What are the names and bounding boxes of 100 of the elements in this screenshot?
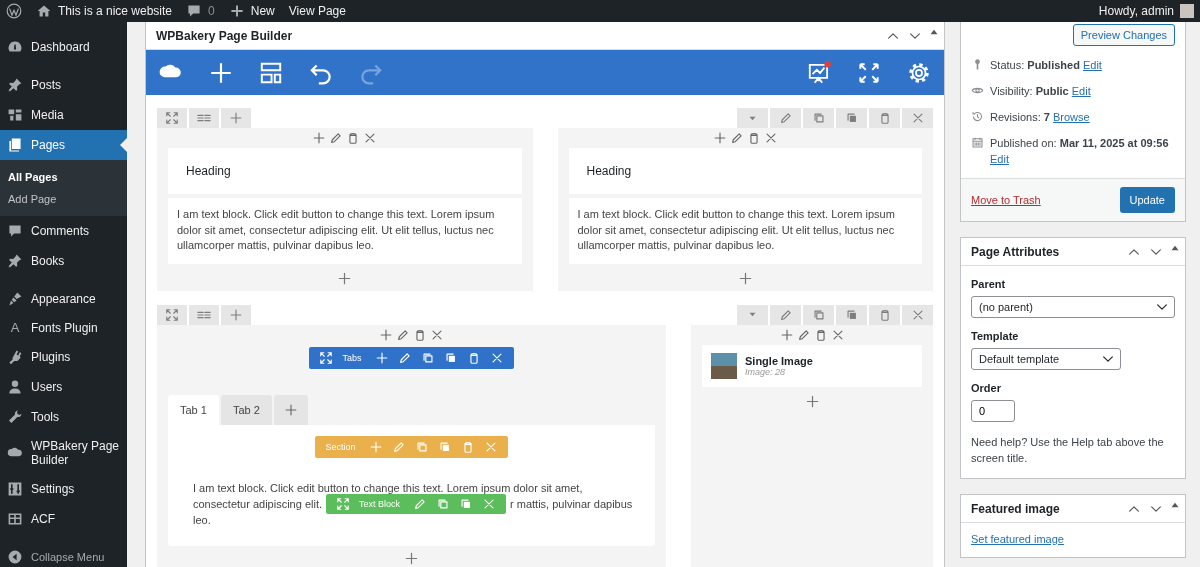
- set-featured-image-link[interactable]: Set featured image: [971, 533, 1064, 545]
- row-control-button[interactable]: [869, 304, 900, 325]
- speech-bubble-icon: [7, 223, 23, 239]
- tab[interactable]: Tab 2: [220, 394, 272, 425]
- text-block-element[interactable]: I am text block. Click edit button to change this text. Lorem ipsum dolor sit amet, consectetur adipiscing elit. Ut elit tellus, luctus nec ullamcorper mattis, pulvinar dapibus leo.: [168, 198, 522, 264]
- photo-placeholder: [711, 352, 737, 379]
- plus-icon: [283, 402, 298, 417]
- edit-link[interactable]: Edit: [1082, 59, 1102, 71]
- pencil-icon[interactable]: [397, 350, 412, 365]
- logo-icon[interactable]: [6, 3, 22, 19]
- submenu-item[interactable]: All Pages: [0, 166, 127, 188]
- menu-item[interactable]: Pages: [0, 130, 127, 160]
- row-control-button[interactable]: [770, 108, 801, 128]
- account-link[interactable]: Howdy, admin: [1098, 4, 1194, 18]
- menu-item[interactable]: Appearance: [0, 284, 127, 314]
- edit-link[interactable]: Edit: [1071, 85, 1091, 97]
- plus-icon[interactable]: [804, 393, 820, 409]
- row-control-button[interactable]: [157, 304, 187, 325]
- new-link[interactable]: New: [228, 3, 275, 19]
- stacked-squares-icon[interactable]: [443, 350, 458, 365]
- triangle-icon[interactable]: [1171, 244, 1179, 251]
- heading-element[interactable]: Heading: [568, 148, 922, 194]
- pencil-icon[interactable]: [796, 327, 811, 342]
- row-control-button[interactable]: [902, 304, 933, 325]
- move-icon[interactable]: [319, 350, 334, 365]
- triangle-icon[interactable]: [1171, 501, 1179, 508]
- row-control-button[interactable]: [803, 304, 834, 325]
- pencil-icon[interactable]: [329, 131, 344, 145]
- plus-icon[interactable]: [312, 131, 327, 145]
- row-control-button[interactable]: [869, 108, 900, 128]
- trash-icon[interactable]: [413, 327, 427, 342]
- menu-item[interactable]: Comments: [0, 216, 127, 246]
- pencil-icon: [778, 111, 793, 125]
- site-name-link[interactable]: This is a nice website: [36, 3, 173, 19]
- pencil-icon[interactable]: [396, 327, 410, 342]
- template-select[interactable]: Default template: [971, 348, 1121, 370]
- publish-meta-text: Visibility: Public Edit: [990, 84, 1091, 99]
- element-caption: Image: 28: [745, 366, 786, 377]
- menu-item[interactable]: Settings: [0, 474, 127, 504]
- edit-link[interactable]: Edit: [990, 153, 1009, 165]
- submenu-item[interactable]: Add Page: [0, 188, 127, 210]
- publish-meta-text: Status: Published Edit: [990, 58, 1102, 73]
- view-page-link[interactable]: View Page: [288, 4, 346, 18]
- single-image-element[interactable]: Single Image Image: 28: [702, 344, 922, 387]
- plus-icon[interactable]: [337, 270, 353, 286]
- row-control-button[interactable]: [189, 108, 219, 128]
- pencil-icon[interactable]: [729, 131, 744, 145]
- tabs-element-toolbar[interactable]: Tabs: [309, 346, 514, 369]
- menu-item[interactable]: Media: [0, 100, 127, 130]
- menu-item[interactable]: Books: [0, 246, 127, 276]
- plus-icon[interactable]: [779, 327, 794, 342]
- pencil-icon[interactable]: [413, 496, 428, 511]
- comments-link[interactable]: 0: [186, 3, 215, 19]
- sliders-icon: [7, 481, 23, 497]
- stacked-squares-icon: [844, 111, 859, 125]
- plus-icon[interactable]: [737, 270, 753, 286]
- plus-icon: [229, 111, 243, 125]
- box-title: Featured image: [971, 501, 1060, 516]
- order-field[interactable]: 0: [971, 400, 1015, 422]
- triangle-icon[interactable]: [930, 28, 938, 35]
- menu-item[interactable]: A Fonts Plugin: [0, 314, 127, 342]
- row-control-button[interactable]: [902, 108, 933, 128]
- menu-item[interactable]: WPBakery Page Builder: [0, 432, 127, 474]
- text-block-element[interactable]: I am text block. Click edit button to change this text. Lorem ipsum dolor sit amet, consectetur adipiscing elit. Ut elit tellus, luctus nec ullamcorper mattis, pulvinar dapibus leo.: [568, 198, 922, 264]
- menu-item[interactable]: Tools: [0, 402, 127, 432]
- plus-icon[interactable]: [712, 131, 727, 145]
- row-control-button[interactable]: [836, 304, 867, 325]
- plus-icon[interactable]: [404, 550, 419, 566]
- row-control-button[interactable]: [803, 108, 834, 128]
- text-block-line: r mattis, pulvinar dapibus: [510, 496, 633, 512]
- row-control-button[interactable]: [221, 304, 251, 325]
- row-control-button[interactable]: [189, 304, 219, 325]
- text-block-line: consectetur adipiscing elit.: [193, 496, 322, 512]
- row-control-button[interactable]: [157, 108, 187, 128]
- copy-icon[interactable]: [420, 350, 435, 365]
- move-icon[interactable]: [336, 496, 350, 511]
- parent-select[interactable]: (no parent): [971, 296, 1175, 318]
- user-icon: [7, 379, 23, 395]
- menu-item[interactable]: Posts: [0, 70, 127, 100]
- publish-meta-text: Published on: Mar 11, 2025 at 09:56 Edit: [990, 136, 1170, 167]
- plus-icon[interactable]: [379, 327, 393, 342]
- menu-item[interactable]: ACF: [0, 504, 127, 534]
- plus-icon: [229, 307, 243, 322]
- move-to-trash-link[interactable]: Move to Trash: [971, 194, 1041, 206]
- add-tab-button[interactable]: [273, 394, 308, 425]
- wrench-icon: [7, 409, 23, 425]
- update-button[interactable]: Update: [1119, 187, 1175, 213]
- tab[interactable]: Tab 1: [168, 394, 219, 425]
- move-icon: [165, 307, 179, 322]
- menu-item[interactable]: Users: [0, 372, 127, 402]
- preview-changes-button[interactable]: Preview Changes: [1072, 24, 1175, 46]
- edit-link[interactable]: Browse: [1053, 111, 1090, 123]
- row-control-button[interactable]: [836, 108, 867, 128]
- plus-icon[interactable]: [374, 350, 389, 365]
- chart-board-icon[interactable]: [806, 59, 832, 86]
- heading-element[interactable]: Heading: [168, 148, 522, 194]
- collapse-menu-button[interactable]: Collapse Menu: [0, 542, 127, 567]
- menu-item[interactable]: Dashboard: [0, 32, 127, 62]
- menu-item[interactable]: Plugins: [0, 342, 127, 372]
- row-control-button[interactable]: [770, 304, 801, 325]
